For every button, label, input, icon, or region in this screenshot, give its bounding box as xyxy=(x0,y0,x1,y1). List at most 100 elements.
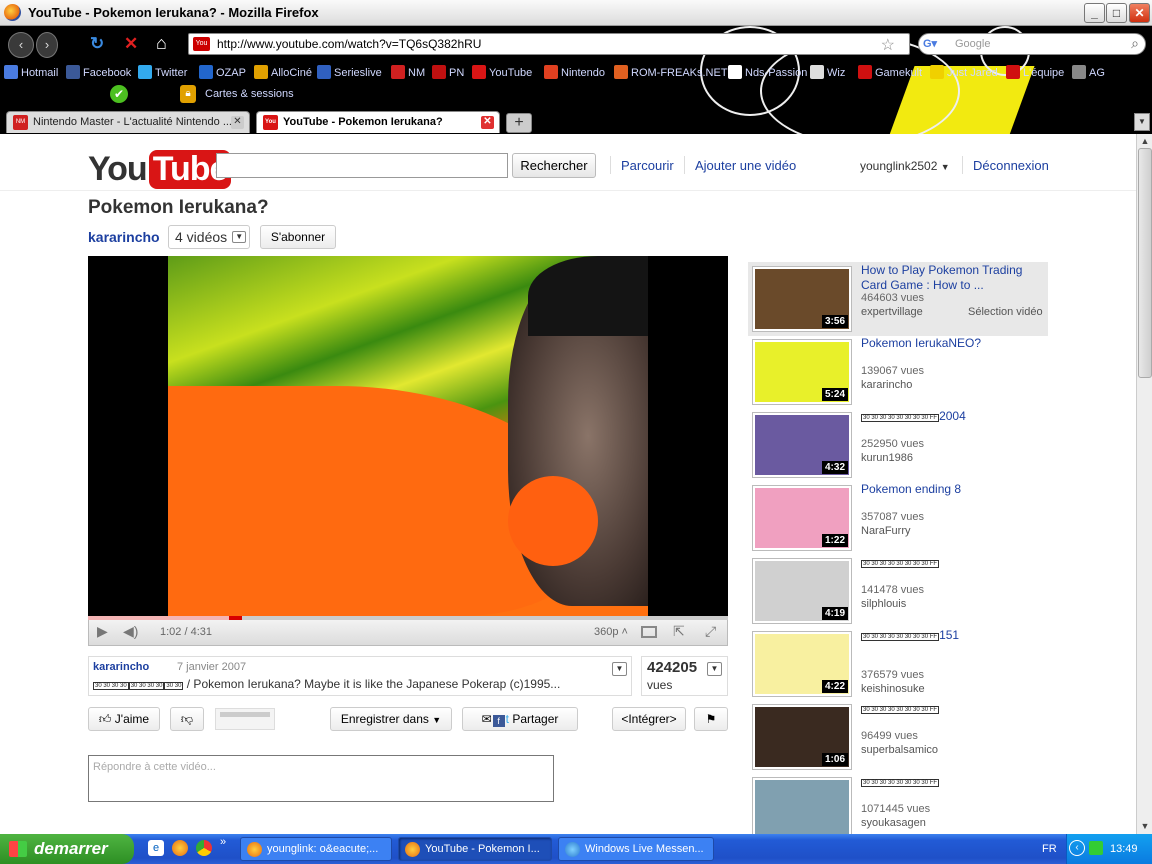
related-video-title[interactable]: Pokemon IerukaNEO? xyxy=(861,336,1043,351)
scroll-down-arrow[interactable]: ▼ xyxy=(1138,819,1152,833)
expand-icon[interactable] xyxy=(641,626,657,638)
youtube-logo[interactable]: You Tube xyxy=(88,150,232,189)
search-icon[interactable]: ⌕ xyxy=(1131,35,1139,52)
youtube-search-input[interactable] xyxy=(216,153,508,178)
related-video-title[interactable]: How to Play Pokemon Trading Card Game : … xyxy=(861,263,1043,293)
language-indicator[interactable]: FR xyxy=(1042,843,1057,855)
bookmark-youtube[interactable]: YouTube xyxy=(472,65,532,79)
chevron-down-icon[interactable]: ▼ xyxy=(612,662,627,676)
share-button[interactable]: ✉ f t Partager xyxy=(462,707,578,731)
search-button[interactable]: Rechercher xyxy=(512,153,596,178)
bookmark-just-jared[interactable]: Just Jared xyxy=(930,65,998,79)
cartes-sessions-link[interactable]: Cartes & sessions xyxy=(205,88,294,100)
related-video-title[interactable]: 30 30 30 30 30 30 30 30 FF 2004 xyxy=(861,409,1043,424)
bookmark-twitter[interactable]: Twitter xyxy=(138,65,187,79)
video-thumbnail[interactable]: 4:32 xyxy=(752,412,852,478)
close-window-button[interactable]: ✕ xyxy=(1129,3,1150,23)
related-video-item[interactable]: 30 30 30 30 30 30 30 30 FF 1071445 vues sy… xyxy=(748,773,1048,834)
bookmark-nintendo[interactable]: Nintendo xyxy=(544,65,605,79)
video-frame[interactable] xyxy=(168,256,648,616)
embed-button[interactable]: <Intégrer> xyxy=(612,707,686,731)
minimize-button[interactable]: _ xyxy=(1084,3,1105,23)
video-thumbnail[interactable]: 5:24 xyxy=(752,339,852,405)
related-video-title[interactable]: 30 30 30 30 30 30 30 30 FF xyxy=(861,701,1043,716)
bookmark-ozap[interactable]: OZAP xyxy=(199,65,246,79)
page-scrollbar[interactable]: ▲ ▼ xyxy=(1136,134,1152,834)
google-icon[interactable]: G▾ xyxy=(923,37,937,50)
chevron-down-icon[interactable]: ▼ xyxy=(707,662,722,676)
like-button[interactable]: 👍︎ J'aime xyxy=(88,707,160,731)
related-video-item[interactable]: 1:06 30 30 30 30 30 30 30 30 FF 96499 vues… xyxy=(748,700,1048,774)
tray-expand-icon[interactable]: ‹ xyxy=(1069,840,1085,856)
bookmark-hotmail[interactable]: Hotmail xyxy=(4,65,58,79)
related-video-item[interactable]: 4:22 30 30 30 30 30 30 30 30 FF 151 376579 … xyxy=(748,627,1048,701)
volume-icon[interactable]: ◀) xyxy=(123,623,138,640)
channel-video-count[interactable]: 4 vidéos ▼ xyxy=(168,225,251,249)
scroll-thumb[interactable] xyxy=(1138,148,1152,378)
quicklaunch-more-icon[interactable]: » xyxy=(220,836,226,848)
bookmark-allocin-[interactable]: AlloCiné xyxy=(254,65,312,79)
task-younglink[interactable]: younglink: o&eacute;... xyxy=(240,837,392,861)
bookmark-star-icon[interactable]: ☆ xyxy=(881,35,895,55)
bookmark-wiz[interactable]: Wiz xyxy=(810,65,845,79)
subscribe-button[interactable]: S'abonner xyxy=(260,225,336,249)
quicklaunch-chrome-icon[interactable] xyxy=(196,840,212,856)
maximize-button[interactable]: □ xyxy=(1106,3,1127,23)
bookmark-facebook[interactable]: Facebook xyxy=(66,65,131,79)
check-icon[interactable]: ✔ xyxy=(110,85,128,103)
bookmark-nm[interactable]: NM xyxy=(391,65,425,79)
upload-link[interactable]: Ajouter une vidéo xyxy=(695,158,796,173)
new-tab-button[interactable]: + xyxy=(506,113,532,133)
video-thumbnail[interactable]: 1:06 xyxy=(752,704,852,770)
play-icon[interactable]: ▶ xyxy=(97,623,108,640)
quicklaunch-firefox-icon[interactable] xyxy=(172,840,188,856)
forward-button[interactable]: › xyxy=(36,32,58,58)
dislike-button[interactable]: 👎︎ xyxy=(170,707,204,731)
task-youtube[interactable]: YouTube - Pokemon I... xyxy=(398,837,552,861)
tab-list-button[interactable]: ▼ xyxy=(1134,113,1150,131)
related-video-title[interactable]: Pokemon ending 8 xyxy=(861,482,1043,497)
stop-icon[interactable]: ✕ xyxy=(124,34,138,54)
video-thumbnail[interactable]: 4:19 xyxy=(752,558,852,624)
user-menu[interactable]: younglink2502 ▼ xyxy=(860,159,950,173)
chevron-down-icon[interactable]: ▼ xyxy=(232,231,247,243)
tab-nintendo-master[interactable]: NM Nintendo Master - L'actualité Nintend… xyxy=(6,111,250,133)
bookmark-nds-passion[interactable]: Nds-Passion xyxy=(728,65,807,79)
bookmark-ag[interactable]: AG xyxy=(1072,65,1105,79)
reload-icon[interactable]: ↻ xyxy=(90,34,104,54)
related-video-item[interactable]: 4:32 30 30 30 30 30 30 30 30 FF 2004 252950… xyxy=(748,408,1048,482)
related-video-title[interactable]: 30 30 30 30 30 30 30 30 FF 151 xyxy=(861,628,1043,643)
logout-link[interactable]: Déconnexion xyxy=(973,158,1049,173)
flag-button[interactable]: ⚑ xyxy=(694,707,728,731)
task-messenger[interactable]: Windows Live Messen... xyxy=(558,837,714,861)
info-channel-link[interactable]: kararincho xyxy=(93,661,149,673)
url-bar[interactable]: You http://www.youtube.com/watch?v=TQ6sQ… xyxy=(188,33,910,55)
tab-youtube[interactable]: You YouTube - Pokemon Ierukana? ✕ xyxy=(256,111,500,133)
start-button[interactable]: demarrer xyxy=(0,834,134,864)
home-icon[interactable]: ⌂ xyxy=(156,33,167,54)
related-video-item[interactable]: 3:56 How to Play Pokemon Trading Card Gam… xyxy=(748,262,1048,336)
bookmark-pn[interactable]: PN xyxy=(432,65,464,79)
comment-input[interactable]: Répondre à cette vidéo... xyxy=(88,755,554,802)
related-video-title[interactable]: 30 30 30 30 30 30 30 30 FF xyxy=(861,774,1043,789)
popout-icon[interactable]: ⇱ xyxy=(673,623,685,640)
close-tab-icon[interactable]: ✕ xyxy=(481,116,494,129)
fullscreen-icon[interactable]: ⤢ xyxy=(705,623,716,640)
quality-selector[interactable]: 360p ˄ xyxy=(594,626,628,638)
close-tab-icon[interactable]: ✕ xyxy=(231,116,244,129)
search-bar[interactable]: G▾ Google ⌕ xyxy=(918,33,1146,55)
url-text[interactable]: http://www.youtube.com/watch?v=TQ6sQ382h… xyxy=(217,37,481,51)
channel-link[interactable]: kararincho xyxy=(88,229,160,245)
save-to-button[interactable]: Enregistrer dans ▼ xyxy=(330,707,452,731)
progress-bar[interactable] xyxy=(88,616,728,620)
related-video-item[interactable]: 1:22 Pokemon ending 8 357087 vues NaraFurry xyxy=(748,481,1048,555)
video-player[interactable] xyxy=(88,256,728,616)
network-icon[interactable] xyxy=(1089,841,1103,855)
bookmark-serieslive[interactable]: Serieslive xyxy=(317,65,382,79)
video-thumbnail[interactable]: 1:22 xyxy=(752,485,852,551)
scroll-up-arrow[interactable]: ▲ xyxy=(1138,134,1152,148)
back-button[interactable]: ‹ xyxy=(8,32,34,58)
video-thumbnail[interactable]: 3:56 xyxy=(752,266,852,332)
bookmark-l-quipe[interactable]: L'équipe xyxy=(1006,65,1064,79)
bookmark-gamekult[interactable]: Gamekult xyxy=(858,65,922,79)
